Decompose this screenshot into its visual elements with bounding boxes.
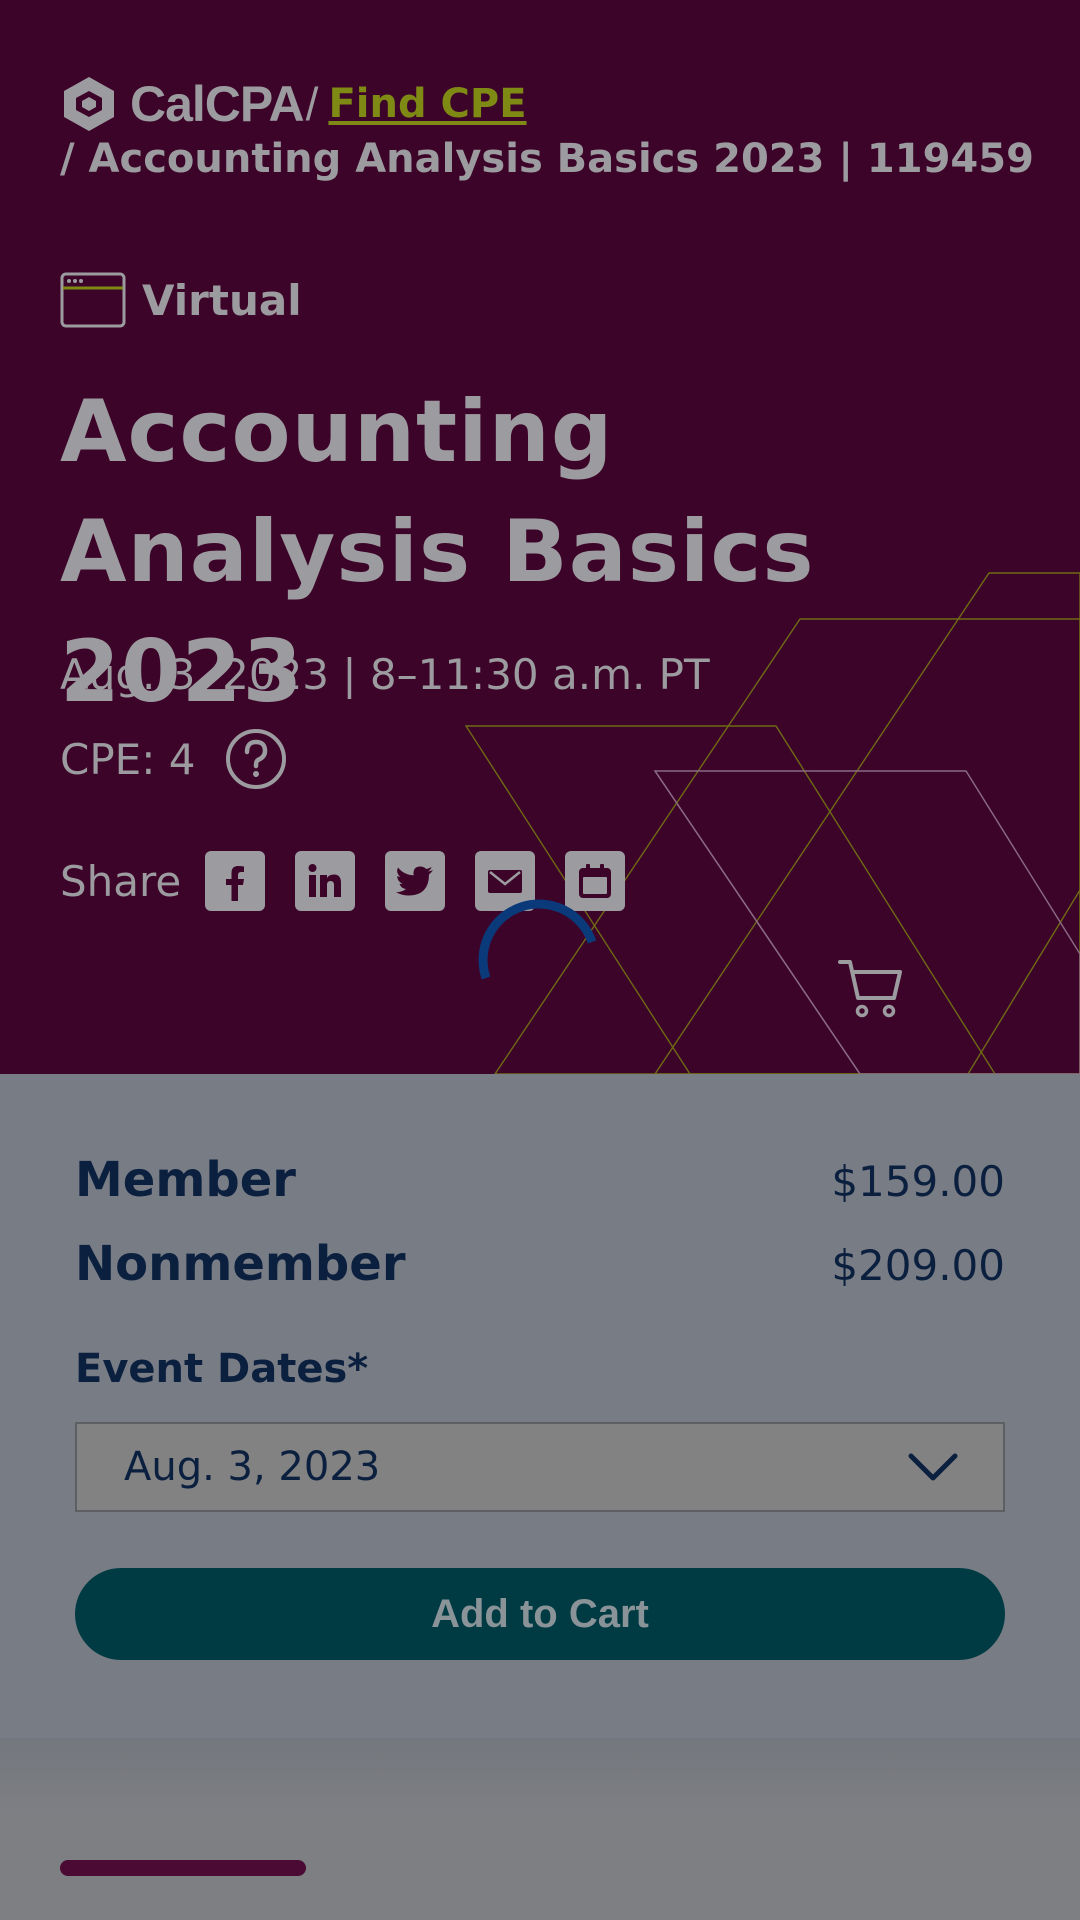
cpe-label: CPE: 4	[60, 734, 196, 784]
event-dates-label: Event Dates*	[75, 1346, 369, 1392]
twitter-icon	[396, 866, 434, 896]
member-price-row: Member $159.00	[75, 1152, 1005, 1208]
facebook-share-button[interactable]	[205, 851, 266, 911]
facebook-icon	[226, 866, 245, 901]
browser-window-icon	[60, 272, 126, 328]
share-label: Share	[60, 856, 182, 906]
nonmember-price: $209.00	[831, 1241, 1005, 1290]
nonmember-label: Nonmember	[75, 1236, 406, 1292]
calendar-icon	[579, 864, 612, 898]
logo-text[interactable]: CalCPA	[130, 75, 305, 133]
registration-panel: Member $159.00 Nonmember $209.00 Event D…	[0, 1074, 1080, 1738]
chevron-down-icon	[908, 1453, 958, 1481]
breadcrumb-current: / Accounting Analysis Basics 2023 | 1194…	[60, 136, 1034, 182]
email-icon	[488, 870, 523, 893]
linkedin-share-button[interactable]	[295, 851, 356, 911]
scroll-indicator	[60, 1860, 306, 1876]
panel-shadow	[0, 1738, 1080, 1818]
calcpa-logo-icon[interactable]	[60, 75, 118, 133]
cart-icon[interactable]	[838, 958, 904, 1020]
cpe-credits: CPE: 4	[60, 728, 287, 790]
nonmember-price-row: Nonmember $209.00	[75, 1236, 1005, 1292]
selected-date: Aug. 3, 2023	[124, 1444, 381, 1490]
event-date-select[interactable]: Aug. 3, 2023	[75, 1422, 1005, 1512]
add-to-cart-button[interactable]: Add to Cart	[75, 1568, 1005, 1660]
breadcrumb-separator: /	[305, 78, 319, 130]
event-format: Virtual	[60, 272, 302, 328]
twitter-share-button[interactable]	[385, 851, 446, 911]
member-label: Member	[75, 1152, 296, 1208]
format-label: Virtual	[142, 275, 302, 325]
site-header: CalCPA / Find CPE	[60, 74, 527, 134]
linkedin-icon	[308, 864, 342, 897]
loading-spinner-icon	[478, 899, 597, 980]
member-price: $159.00	[831, 1157, 1005, 1206]
find-cpe-link[interactable]: Find CPE	[328, 81, 526, 127]
event-datetime: Aug. 3, 2023 | 8–11:30 a.m. PT	[60, 650, 710, 699]
event-hero: CalCPA / Find CPE / Accounting Analysis …	[0, 0, 1080, 1074]
help-icon[interactable]	[225, 728, 287, 790]
